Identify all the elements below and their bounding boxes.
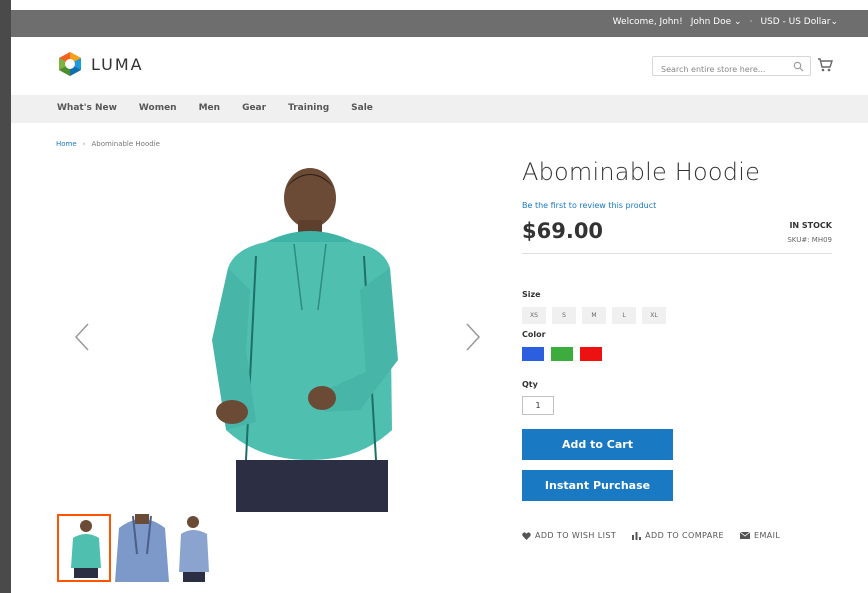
color-swatch-blue[interactable] — [522, 347, 544, 361]
size-options: XS S M L XL — [522, 307, 666, 324]
product-sku: SKU#: MH09 — [787, 236, 832, 244]
thumbnail-3-image — [179, 516, 209, 582]
compare-icon — [632, 531, 642, 540]
product-price: $69.00 — [522, 219, 604, 243]
welcome-message: Welcome, John! — [612, 17, 683, 27]
main-navigation: What's New Women Men Gear Training Sale — [11, 95, 868, 123]
instant-purchase-button[interactable]: Instant Purchase — [522, 470, 673, 501]
logo-text: LUMA — [91, 54, 144, 74]
search-box[interactable] — [652, 56, 811, 79]
breadcrumb: Home › Abominable Hoodie — [56, 140, 160, 148]
top-links: Welcome, John! John Doe ⌄ · USD - US Dol… — [613, 17, 838, 27]
wishlist-label: ADD TO WISH LIST — [535, 531, 617, 540]
compare-label: ADD TO COMPARE — [645, 531, 725, 540]
size-option-xl[interactable]: XL — [642, 307, 666, 324]
color-swatch-green[interactable] — [551, 347, 573, 361]
product-actions: ADD TO WISH LIST ADD TO COMPARE EMAIL — [522, 531, 780, 540]
size-option-m[interactable]: M — [582, 307, 606, 324]
window-top-edge — [0, 0, 868, 10]
window-left-edge — [0, 0, 11, 593]
next-image-arrow-icon[interactable] — [465, 322, 481, 352]
previous-image-arrow-icon[interactable] — [74, 322, 90, 352]
color-swatch-red[interactable] — [580, 347, 602, 361]
chevron-down-icon: ⌄ — [830, 17, 838, 27]
add-to-cart-button[interactable]: Add to Cart — [522, 429, 673, 460]
email-label: EMAIL — [754, 531, 781, 540]
account-menu[interactable]: John Doe ⌄ — [691, 17, 742, 27]
thumbnail-2-image — [115, 514, 169, 582]
add-to-wishlist-link[interactable]: ADD TO WISH LIST — [522, 531, 616, 540]
qty-label: Qty — [522, 380, 538, 389]
nav-item-women[interactable]: Women — [139, 103, 177, 113]
envelope-icon — [740, 532, 751, 539]
account-name: John Doe — [690, 17, 732, 27]
cart-icon[interactable] — [817, 57, 833, 72]
breadcrumb-divider: › — [82, 140, 86, 148]
breadcrumb-home[interactable]: Home — [56, 140, 77, 148]
nav-item-whats-new[interactable]: What's New — [57, 103, 117, 113]
review-link[interactable]: Be the first to review this product — [522, 201, 656, 210]
logo[interactable]: LUMA — [57, 51, 144, 77]
color-options — [522, 347, 602, 361]
nav-item-men[interactable]: Men — [199, 103, 220, 113]
nav-item-sale[interactable]: Sale — [351, 103, 373, 113]
nav-item-training[interactable]: Training — [288, 103, 329, 113]
nav-item-gear[interactable]: Gear — [242, 103, 266, 113]
stock-status: IN STOCK — [789, 221, 832, 230]
search-input[interactable] — [653, 60, 799, 79]
info-divider — [522, 253, 832, 254]
thumbnail-1-image — [71, 520, 101, 578]
size-option-xs[interactable]: XS — [522, 307, 546, 324]
color-label: Color — [522, 330, 546, 339]
size-option-s[interactable]: S — [552, 307, 576, 324]
currency-label: USD - US Dollar — [760, 17, 831, 27]
thumbnail-1[interactable] — [57, 514, 111, 582]
header: LUMA — [11, 37, 868, 95]
nav-list: What's New Women Men Gear Training Sale — [57, 103, 395, 113]
breadcrumb-current: Abominable Hoodie — [91, 140, 160, 148]
thumbnail-strip — [57, 514, 227, 582]
thumbnail-3[interactable] — [173, 514, 227, 582]
product-main-image[interactable] — [60, 160, 490, 520]
size-label: Size — [522, 290, 541, 299]
size-option-l[interactable]: L — [612, 307, 636, 324]
add-to-compare-link[interactable]: ADD TO COMPARE — [632, 531, 724, 540]
luma-logo-icon — [59, 52, 81, 76]
separator: · — [749, 17, 753, 27]
sku-value: MH09 — [811, 236, 832, 244]
page: Welcome, John! John Doe ⌄ · USD - US Dol… — [0, 0, 868, 593]
chevron-down-icon: ⌄ — [734, 17, 742, 27]
heart-icon — [522, 531, 531, 540]
email-link[interactable]: EMAIL — [740, 531, 780, 540]
qty-input[interactable] — [522, 396, 554, 415]
thumbnail-2[interactable] — [115, 514, 169, 582]
currency-switcher[interactable]: USD - US Dollar⌄ — [760, 17, 838, 27]
sku-label: SKU#: — [787, 236, 810, 244]
search-icon[interactable] — [793, 61, 804, 72]
top-panel: Welcome, John! John Doe ⌄ · USD - US Dol… — [11, 10, 868, 37]
product-title: Abominable Hoodie — [522, 158, 761, 186]
